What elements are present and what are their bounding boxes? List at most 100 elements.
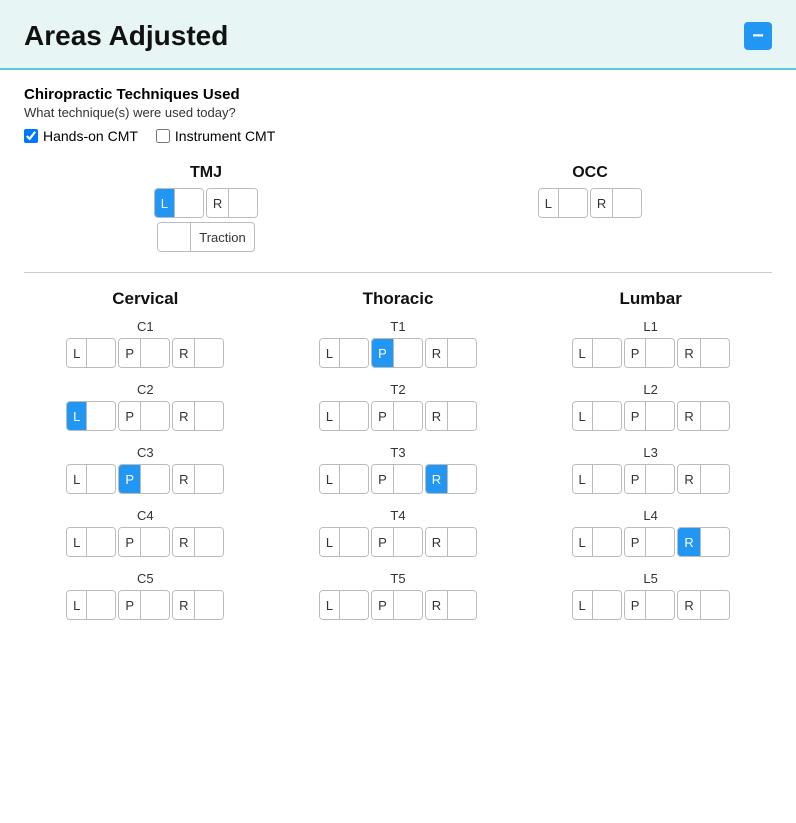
c4-r-input[interactable] bbox=[195, 528, 223, 556]
l4-l-label[interactable]: L bbox=[573, 528, 593, 556]
l5-r-label[interactable]: R bbox=[678, 591, 700, 619]
c2-r-label[interactable]: R bbox=[173, 402, 195, 430]
t1-l-input[interactable] bbox=[340, 339, 368, 367]
t4-l-label[interactable]: L bbox=[320, 528, 340, 556]
l5-l-button[interactable]: L bbox=[572, 590, 622, 620]
l5-p-button[interactable]: P bbox=[624, 590, 676, 620]
occ-l-label[interactable]: L bbox=[539, 189, 559, 217]
c2-l-button[interactable]: L bbox=[66, 401, 116, 431]
t5-p-label[interactable]: P bbox=[372, 591, 394, 619]
l2-l-input[interactable] bbox=[593, 402, 621, 430]
t3-p-button[interactable]: P bbox=[371, 464, 423, 494]
t3-l-label[interactable]: L bbox=[320, 465, 340, 493]
instrument-cmt-label[interactable]: Instrument CMT bbox=[156, 128, 275, 144]
c5-l-input[interactable] bbox=[87, 591, 115, 619]
t3-r-label[interactable]: R bbox=[426, 465, 448, 493]
l4-r-button[interactable]: R bbox=[677, 527, 729, 557]
l3-r-label[interactable]: R bbox=[678, 465, 700, 493]
c1-l-label[interactable]: L bbox=[67, 339, 87, 367]
c3-l-button[interactable]: L bbox=[66, 464, 116, 494]
c3-r-label[interactable]: R bbox=[173, 465, 195, 493]
t3-p-label[interactable]: P bbox=[372, 465, 394, 493]
l3-p-input[interactable] bbox=[646, 465, 674, 493]
t4-p-input[interactable] bbox=[394, 528, 422, 556]
l5-p-label[interactable]: P bbox=[625, 591, 647, 619]
c3-p-input[interactable] bbox=[141, 465, 169, 493]
l4-p-input[interactable] bbox=[646, 528, 674, 556]
c4-l-label[interactable]: L bbox=[67, 528, 87, 556]
t2-p-label[interactable]: P bbox=[372, 402, 394, 430]
c1-p-label[interactable]: P bbox=[119, 339, 141, 367]
l1-l-label[interactable]: L bbox=[573, 339, 593, 367]
occ-r-button[interactable]: R bbox=[590, 188, 642, 218]
c1-r-input[interactable] bbox=[195, 339, 223, 367]
t2-p-button[interactable]: P bbox=[371, 401, 423, 431]
l3-l-input[interactable] bbox=[593, 465, 621, 493]
t2-l-input[interactable] bbox=[340, 402, 368, 430]
l5-l-label[interactable]: L bbox=[573, 591, 593, 619]
instrument-cmt-checkbox[interactable] bbox=[156, 129, 170, 143]
t1-l-button[interactable]: L bbox=[319, 338, 369, 368]
l5-r-input[interactable] bbox=[701, 591, 729, 619]
t1-r-input[interactable] bbox=[448, 339, 476, 367]
t5-r-button[interactable]: R bbox=[425, 590, 477, 620]
l3-p-button[interactable]: P bbox=[624, 464, 676, 494]
t3-l-input[interactable] bbox=[340, 465, 368, 493]
l2-r-input[interactable] bbox=[701, 402, 729, 430]
l1-p-label[interactable]: P bbox=[625, 339, 647, 367]
t4-r-button[interactable]: R bbox=[425, 527, 477, 557]
t3-p-input[interactable] bbox=[394, 465, 422, 493]
l4-p-button[interactable]: P bbox=[624, 527, 676, 557]
t2-r-label[interactable]: R bbox=[426, 402, 448, 430]
t1-l-label[interactable]: L bbox=[320, 339, 340, 367]
t1-p-button[interactable]: P bbox=[371, 338, 423, 368]
c1-p-input[interactable] bbox=[141, 339, 169, 367]
c1-p-button[interactable]: P bbox=[118, 338, 170, 368]
c3-l-input[interactable] bbox=[87, 465, 115, 493]
t4-r-input[interactable] bbox=[448, 528, 476, 556]
occ-r-label[interactable]: R bbox=[591, 189, 613, 217]
c4-r-label[interactable]: R bbox=[173, 528, 195, 556]
t1-p-label[interactable]: P bbox=[372, 339, 394, 367]
c3-l-label[interactable]: L bbox=[67, 465, 87, 493]
l4-r-input[interactable] bbox=[701, 528, 729, 556]
t5-p-button[interactable]: P bbox=[371, 590, 423, 620]
c5-p-button[interactable]: P bbox=[118, 590, 170, 620]
t5-p-input[interactable] bbox=[394, 591, 422, 619]
l1-l-input[interactable] bbox=[593, 339, 621, 367]
l1-r-button[interactable]: R bbox=[677, 338, 729, 368]
l2-l-button[interactable]: L bbox=[572, 401, 622, 431]
t5-r-input[interactable] bbox=[448, 591, 476, 619]
t4-l-input[interactable] bbox=[340, 528, 368, 556]
c5-r-label[interactable]: R bbox=[173, 591, 195, 619]
c1-l-button[interactable]: L bbox=[66, 338, 116, 368]
l3-p-label[interactable]: P bbox=[625, 465, 647, 493]
l4-r-label[interactable]: R bbox=[678, 528, 700, 556]
c1-l-input[interactable] bbox=[87, 339, 115, 367]
t1-r-button[interactable]: R bbox=[425, 338, 477, 368]
tmj-l-button[interactable]: L bbox=[154, 188, 204, 218]
c2-l-input[interactable] bbox=[87, 402, 115, 430]
c2-p-input[interactable] bbox=[141, 402, 169, 430]
tmj-l-input[interactable] bbox=[175, 189, 203, 217]
hands-on-cmt-label[interactable]: Hands-on CMT bbox=[24, 128, 138, 144]
c5-p-label[interactable]: P bbox=[119, 591, 141, 619]
c5-p-input[interactable] bbox=[141, 591, 169, 619]
tmj-r-label[interactable]: R bbox=[207, 189, 229, 217]
t4-p-label[interactable]: P bbox=[372, 528, 394, 556]
t1-p-input[interactable] bbox=[394, 339, 422, 367]
t5-r-label[interactable]: R bbox=[426, 591, 448, 619]
tmj-traction-button[interactable]: Traction bbox=[157, 222, 254, 252]
l2-p-button[interactable]: P bbox=[624, 401, 676, 431]
hands-on-cmt-checkbox[interactable] bbox=[24, 129, 38, 143]
t1-r-label[interactable]: R bbox=[426, 339, 448, 367]
c2-p-button[interactable]: P bbox=[118, 401, 170, 431]
l2-l-label[interactable]: L bbox=[573, 402, 593, 430]
l3-l-label[interactable]: L bbox=[573, 465, 593, 493]
c2-r-button[interactable]: R bbox=[172, 401, 224, 431]
occ-l-input[interactable] bbox=[559, 189, 587, 217]
l3-r-input[interactable] bbox=[701, 465, 729, 493]
c4-p-input[interactable] bbox=[141, 528, 169, 556]
t2-p-input[interactable] bbox=[394, 402, 422, 430]
c4-r-button[interactable]: R bbox=[172, 527, 224, 557]
